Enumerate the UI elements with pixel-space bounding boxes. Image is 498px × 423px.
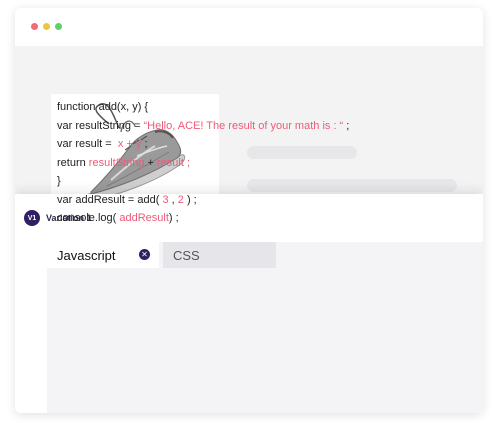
code-line: function add(x, y) { <box>57 98 349 117</box>
close-icon[interactable]: ✕ <box>139 249 150 260</box>
tab-label: Javascript <box>57 247 116 263</box>
code-token: var resultString = <box>57 119 144 132</box>
tab-javascript[interactable]: Javascript ✕ <box>47 242 159 268</box>
code-token: console.log( <box>57 212 117 224</box>
tab-label: CSS <box>173 247 200 263</box>
code-expression: x + y <box>114 138 145 150</box>
code-content[interactable]: function add(x, y) { var resultString = … <box>57 98 349 228</box>
code-line: var resultString = “Hello, ACE! The resu… <box>57 117 349 136</box>
code-line: console.log( addResult) ; <box>57 209 349 228</box>
minimize-window-icon[interactable] <box>43 23 50 30</box>
code-line: var result = x + y ; <box>57 135 349 154</box>
code-variable: addResult <box>116 212 169 224</box>
close-window-icon[interactable] <box>31 23 38 30</box>
code-token: return <box>57 156 89 169</box>
code-token: + <box>144 156 157 169</box>
browser-window: V1 Variation 1 Javascript ✕ CSS function… <box>15 8 483 413</box>
code-line: return resultString + result ; <box>57 154 349 173</box>
code-variable: result ; <box>156 156 190 169</box>
code-token: ) ; <box>168 212 179 224</box>
code-token: } <box>57 175 61 187</box>
code-token: ) ; <box>186 193 197 206</box>
code-string: “Hello, ACE! The result of your math is … <box>143 119 344 132</box>
code-line: var addResult = add( 3 , 2 ) ; <box>57 191 349 210</box>
code-token: function add(x, y) { <box>57 101 149 113</box>
code-number: 3 <box>159 193 172 206</box>
code-token: var addResult = add( <box>57 193 160 206</box>
maximize-window-icon[interactable] <box>55 23 62 30</box>
code-token: ; <box>144 138 148 150</box>
variation-badge: V1 <box>24 210 40 226</box>
code-number: 2 <box>174 193 187 206</box>
browser-titlebar <box>15 8 483 46</box>
tab-css[interactable]: CSS <box>163 242 276 268</box>
code-line: } <box>57 172 349 191</box>
code-variable: resultString <box>88 156 145 169</box>
code-token: var result = <box>57 138 115 150</box>
code-token: ; <box>343 119 350 132</box>
